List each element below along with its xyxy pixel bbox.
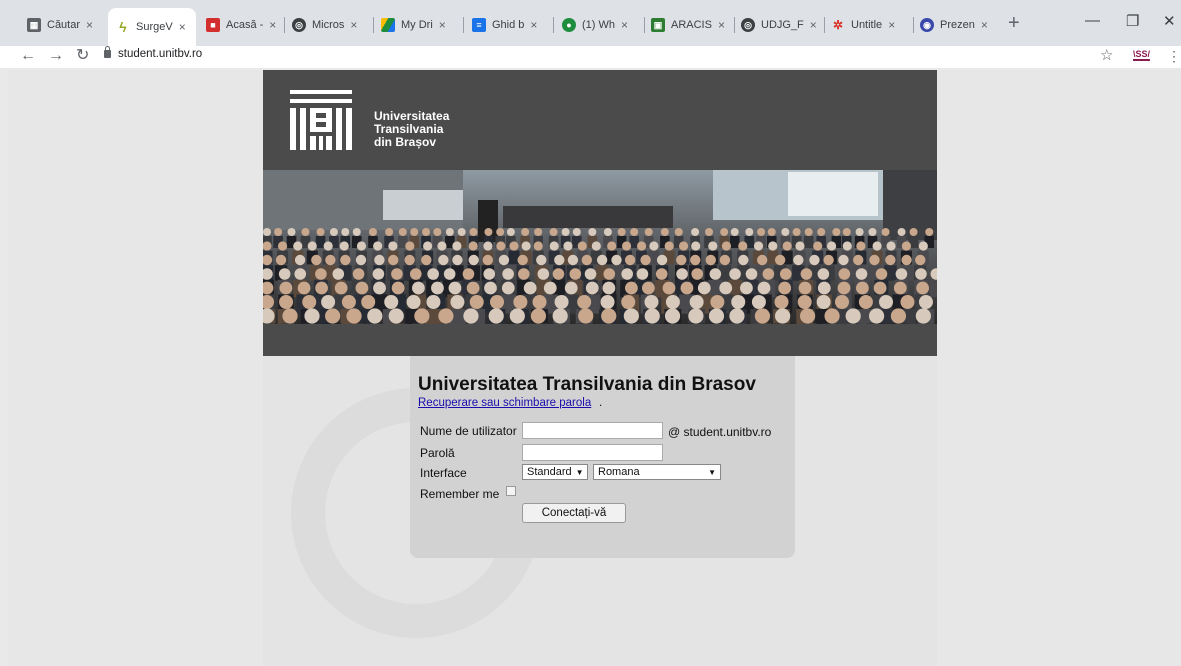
logo-wordmark: Universitatea Transilvania din Brașov [374, 110, 449, 149]
close-icon[interactable]: × [269, 18, 276, 32]
docs-icon: ≡ [472, 18, 486, 32]
tab-separator [644, 17, 645, 33]
menu-icon[interactable]: ⋮ [1167, 46, 1181, 66]
logo-line-3: din Brașov [374, 135, 437, 149]
close-icon[interactable]: × [86, 18, 93, 32]
tab-separator [553, 17, 554, 33]
bookmark-star-icon[interactable]: ☆ [1100, 46, 1113, 66]
tab-label: Acasă - [226, 19, 264, 31]
password-label: Parolă [420, 446, 455, 460]
browser-tab-strip: ▦ Căutar × ϟ SurgeV × ■ Acasă - × ◎ Micr… [0, 0, 1181, 46]
tab-separator [284, 17, 285, 33]
tab-label: Căutar [47, 19, 81, 31]
minimize-icon[interactable]: — [1085, 12, 1100, 29]
tab-separator [913, 17, 914, 33]
interface-style-value: Standard [527, 466, 572, 478]
interface-label: Interface [420, 466, 467, 480]
globe-icon: ◎ [741, 18, 755, 32]
close-icon[interactable]: × [718, 18, 725, 32]
tab-aracis[interactable]: ▣ ARACIS × [651, 12, 729, 38]
close-icon[interactable]: × [981, 18, 988, 32]
dropdown-arrow-icon: ▼ [708, 467, 716, 477]
tab-surgev[interactable]: ϟ SurgeV × [108, 8, 196, 46]
tab-ghid[interactable]: ≡ Ghid b × [472, 12, 548, 38]
close-icon[interactable]: × [439, 18, 446, 32]
lock-icon [104, 46, 111, 58]
address-bar[interactable]: student.unitbv.ro [118, 48, 202, 60]
new-tab-button[interactable]: + [1008, 11, 1020, 35]
aracis-icon: ▣ [651, 18, 665, 32]
tab-separator [463, 17, 464, 33]
tab-acasa[interactable]: ■ Acasă - × [206, 12, 278, 38]
tab-untitled[interactable]: ✲ Untitle × [831, 12, 907, 38]
tab-label: SurgeV [136, 21, 173, 33]
tab-label: Micros [312, 19, 345, 31]
tab-microsoft[interactable]: ◎ Micros × [292, 12, 364, 38]
header-photo [263, 170, 937, 324]
recover-link-suffix: . [599, 397, 603, 409]
dropdown-arrow-icon: ▼ [575, 467, 584, 477]
red-square-icon: ■ [206, 18, 220, 32]
bolt-icon: ϟ [119, 19, 127, 35]
close-icon[interactable]: × [888, 18, 895, 32]
green-circle-icon: ● [562, 18, 576, 32]
username-label: Nume de utilizator [420, 424, 517, 438]
close-icon[interactable]: × [621, 18, 628, 32]
university-logo-icon [290, 90, 352, 150]
close-icon[interactable]: × [810, 18, 817, 32]
audience-photo-image [263, 170, 937, 324]
password-input[interactable] [522, 444, 663, 461]
browser-toolbar: ← → ↻ student.unitbv.ro ☆ \SS/ ⋮ [0, 46, 1181, 68]
interface-style-select[interactable]: Standard ▼ [522, 464, 588, 480]
tab-label: My Dri [401, 19, 433, 31]
tab-label: Untitle [851, 19, 883, 31]
tab-separator [824, 17, 825, 33]
tab-cautare[interactable]: ▦ Căutar × [27, 12, 103, 38]
extension-icon[interactable]: \SS/ [1133, 49, 1151, 61]
sites-icon: ◉ [920, 18, 934, 32]
close-icon[interactable]: × [350, 18, 357, 32]
tab-prezentare[interactable]: ◉ Prezen × [920, 12, 1000, 38]
tab-label: ARACIS [671, 19, 712, 31]
back-icon[interactable]: ← [20, 46, 36, 66]
close-icon[interactable]: × [530, 18, 537, 32]
login-panel: Universitatea Transilvania din Brasov Re… [410, 356, 795, 558]
login-submit-button[interactable]: Conectați-vă [522, 503, 626, 523]
pinwheel-icon: ✲ [832, 18, 844, 32]
remember-me-label: Remember me [420, 487, 500, 501]
login-title: Universitatea Transilvania din Brasov [418, 374, 756, 395]
window-close-icon[interactable]: ✕ [1163, 12, 1176, 30]
tab-udjg[interactable]: ◎ UDJG_F × [741, 12, 819, 38]
forward-icon[interactable]: → [48, 46, 64, 66]
username-input[interactable] [522, 422, 663, 439]
tab-label: Prezen [940, 19, 975, 31]
domain-suffix: @ student.unitbv.ro [668, 425, 772, 439]
tab-label: Ghid b [492, 19, 525, 31]
tab-separator [373, 17, 374, 33]
interface-language-select[interactable]: Romana ▼ [593, 464, 721, 480]
tab-whatsapp[interactable]: ● (1) Wh × [562, 12, 640, 38]
tab-label: (1) Wh [582, 19, 615, 31]
interface-language-value: Romana [598, 466, 640, 478]
restore-icon[interactable]: ❐ [1126, 12, 1139, 30]
calendar-icon: ▦ [27, 18, 41, 32]
globe-icon: ◎ [292, 18, 306, 32]
close-icon[interactable]: × [179, 20, 186, 34]
reload-icon[interactable]: ↻ [76, 46, 89, 66]
remember-me-checkbox[interactable] [506, 486, 516, 496]
recover-password-link[interactable]: Recuperare sau schimbare parola [418, 397, 591, 409]
tab-my-drive[interactable]: My Dri × [381, 12, 457, 38]
tab-label: UDJG_F [761, 19, 804, 31]
drive-icon [381, 18, 395, 32]
tab-separator [734, 17, 735, 33]
